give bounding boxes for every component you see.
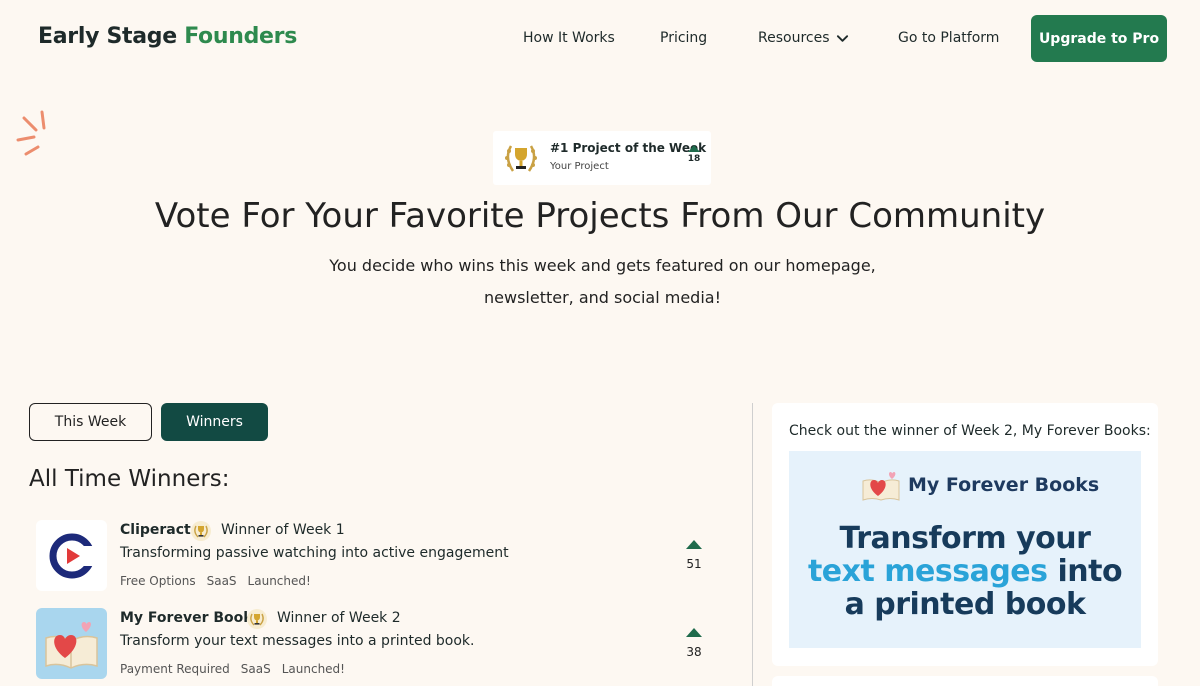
column-divider xyxy=(752,403,753,686)
project-description: Transforming passive watching into activ… xyxy=(120,545,509,561)
upvote-icon xyxy=(688,145,700,152)
promo-headline-3: a printed book xyxy=(844,587,1086,622)
tag: Payment Required xyxy=(120,662,230,676)
logo-accent-text: Founders xyxy=(184,24,297,49)
heart-book-icon xyxy=(36,608,107,679)
site-logo[interactable]: Early Stage Founders xyxy=(38,24,297,49)
featured-winner-text: Check out the winner of Week 2, My Forev… xyxy=(789,423,1151,439)
project-description: Transform your text messages into a prin… xyxy=(120,633,475,649)
featured-winner-image[interactable]: My Forever Books Transform your text mes… xyxy=(789,451,1141,648)
project-tags: Free Options SaaS Launched! xyxy=(120,574,311,588)
nav-go-to-platform[interactable]: Go to Platform xyxy=(898,30,999,46)
winner-week-label: Winner of Week 1 xyxy=(221,522,345,538)
nav-resources-label: Resources xyxy=(758,30,830,46)
next-card-edge xyxy=(772,676,1158,686)
nav-pricing[interactable]: Pricing xyxy=(660,30,707,46)
hero-subtitle: You decide who wins this week and gets f… xyxy=(329,256,876,307)
chevron-down-icon xyxy=(836,34,848,42)
badge-vote: 18 xyxy=(687,145,701,164)
badge-title: #1 Project of the Week xyxy=(550,141,707,155)
upgrade-to-pro-button[interactable]: Upgrade to Pro xyxy=(1031,15,1167,62)
medal-icon xyxy=(191,521,211,541)
project-of-week-badge[interactable]: #1 Project of the Week Your Project 18 xyxy=(493,131,711,185)
upvote-icon xyxy=(686,628,702,637)
trophy-wreath-icon xyxy=(505,145,537,172)
promo-brand-name: My Forever Books xyxy=(908,474,1100,496)
badge-vote-count: 18 xyxy=(687,154,701,164)
cliperact-logo-icon xyxy=(36,520,107,591)
tag: SaaS xyxy=(206,574,237,588)
tab-this-week[interactable]: This Week xyxy=(29,403,152,441)
tag: Free Options xyxy=(120,574,196,588)
project-name[interactable]: My Forever Books xyxy=(120,610,261,626)
tag: Launched! xyxy=(281,662,345,676)
winner-week-label: Winner of Week 2 xyxy=(277,610,401,626)
project-tags: Payment Required SaaS Launched! xyxy=(120,662,345,676)
section-title: All Time Winners: xyxy=(29,466,230,492)
promo-headline-2-rest: into xyxy=(1047,554,1123,589)
tag: Launched! xyxy=(247,574,311,588)
featured-winner-card: Check out the winner of Week 2, My Forev… xyxy=(772,403,1158,666)
vote-count: 51 xyxy=(686,557,702,571)
promo-headline-1: Transform your xyxy=(839,521,1091,556)
promo-highlight: text messages xyxy=(807,554,1048,589)
nav-resources[interactable]: Resources xyxy=(758,30,849,46)
upvote-button[interactable]: 51 xyxy=(684,540,704,571)
site-header: Early Stage Founders How It Works Pricin… xyxy=(0,0,1200,78)
logo-main-text: Early Stage xyxy=(38,24,177,49)
sparkle-decoration-icon xyxy=(16,110,46,156)
upvote-button[interactable]: 38 xyxy=(684,628,704,659)
tab-winners[interactable]: Winners xyxy=(161,403,268,441)
badge-subtitle: Your Project xyxy=(550,161,609,172)
tag: SaaS xyxy=(240,662,271,676)
promo-brand: My Forever Books xyxy=(862,469,1099,501)
winner-row[interactable]: My Forever Books Winner of Week 2 Transf… xyxy=(36,608,716,686)
promo-headline-2: text messages into xyxy=(789,554,1141,589)
vote-count: 38 xyxy=(686,645,702,659)
winner-row[interactable]: Cliperact Winner of Week 1 Transforming … xyxy=(36,520,716,600)
project-name[interactable]: Cliperact xyxy=(120,522,191,538)
medal-icon xyxy=(247,609,267,629)
nav-how-it-works[interactable]: How It Works xyxy=(523,30,615,46)
hero-title: Vote For Your Favorite Projects From Our… xyxy=(154,196,1046,236)
upvote-icon xyxy=(686,540,702,549)
heart-book-icon xyxy=(862,472,900,501)
